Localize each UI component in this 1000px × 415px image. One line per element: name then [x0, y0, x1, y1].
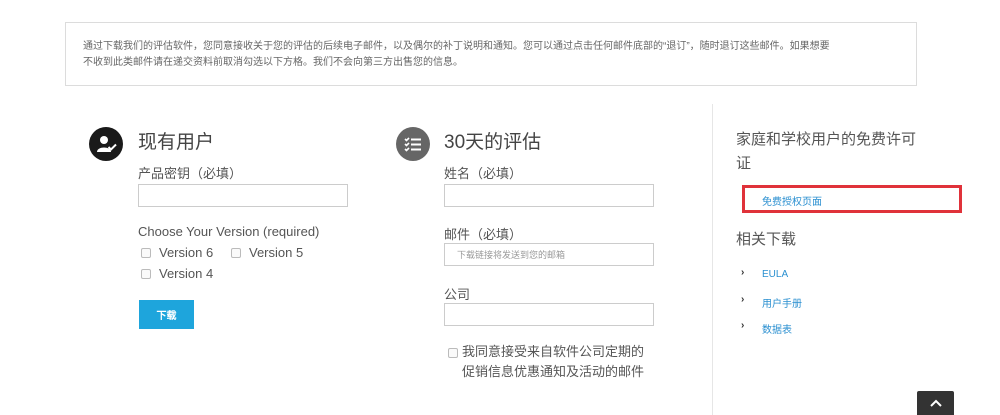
chevron-right-icon: ›: [741, 267, 745, 278]
notice-box: 通过下载我们的评估软件，您同意接收关于您的评估的后续电子邮件，以及偶尔的补丁说明…: [65, 22, 917, 86]
link-eula[interactable]: EULA: [762, 269, 788, 280]
sidebar-divider: [712, 104, 713, 415]
link-user-manual[interactable]: 用户手册: [762, 295, 802, 310]
trial-title: 30天的评估: [444, 132, 542, 153]
checklist-icon: [396, 127, 430, 161]
version-4-checkbox[interactable]: [141, 268, 151, 279]
consent-text: 我同意接受来自软件公司定期的促销信息优惠通知及活动的邮件: [462, 344, 645, 379]
existing-users-title: 现有用户: [138, 132, 215, 153]
version-6-checkbox[interactable]: [141, 247, 151, 258]
product-key-label: 产品密钥（必填）: [138, 166, 243, 181]
chevron-up-icon: [929, 399, 942, 407]
version-5-checkbox[interactable]: [231, 247, 241, 258]
free-license-link[interactable]: 免费授权页面: [762, 193, 822, 208]
back-to-top-button[interactable]: [917, 391, 954, 415]
link-datasheet[interactable]: 数据表: [762, 321, 792, 336]
related-downloads-title: 相关下载: [736, 231, 797, 248]
email-input[interactable]: [444, 243, 654, 266]
version-5-label: Version 5: [249, 245, 304, 260]
name-label: 姓名（必填）: [444, 166, 523, 181]
name-input[interactable]: [444, 184, 654, 207]
product-key-input[interactable]: [138, 184, 348, 207]
notice-line-2: 不收到此类邮件请在递交资料前取消勾选以下方格。我们不会向第三方出售您的信息。: [83, 57, 463, 68]
version-5-option[interactable]: Version 5: [231, 245, 303, 260]
chevron-right-icon: ›: [741, 294, 745, 305]
company-input[interactable]: [444, 303, 654, 326]
email-label: 邮件（必填）: [444, 227, 523, 242]
download-button[interactable]: 下载: [139, 300, 194, 329]
version-6-option[interactable]: Version 6: [141, 245, 213, 260]
user-check-icon: [89, 127, 123, 161]
chevron-right-icon: ›: [741, 320, 745, 331]
consent-checkbox[interactable]: [448, 348, 458, 358]
version-4-label: Version 4: [159, 266, 214, 281]
company-label: 公司: [444, 287, 471, 302]
consent-option[interactable]: 我同意接受来自软件公司定期的促销信息优惠通知及活动的邮件: [444, 342, 654, 382]
version-label: Choose Your Version (required): [138, 224, 320, 239]
version-6-label: Version 6: [159, 245, 214, 260]
notice-line-1: 通过下载我们的评估软件，您同意接收关于您的评估的后续电子邮件，以及偶尔的补丁说明…: [83, 41, 830, 52]
version-4-option[interactable]: Version 4: [141, 266, 213, 281]
free-license-title: 家庭和学校用户的免费许可证: [736, 131, 917, 172]
